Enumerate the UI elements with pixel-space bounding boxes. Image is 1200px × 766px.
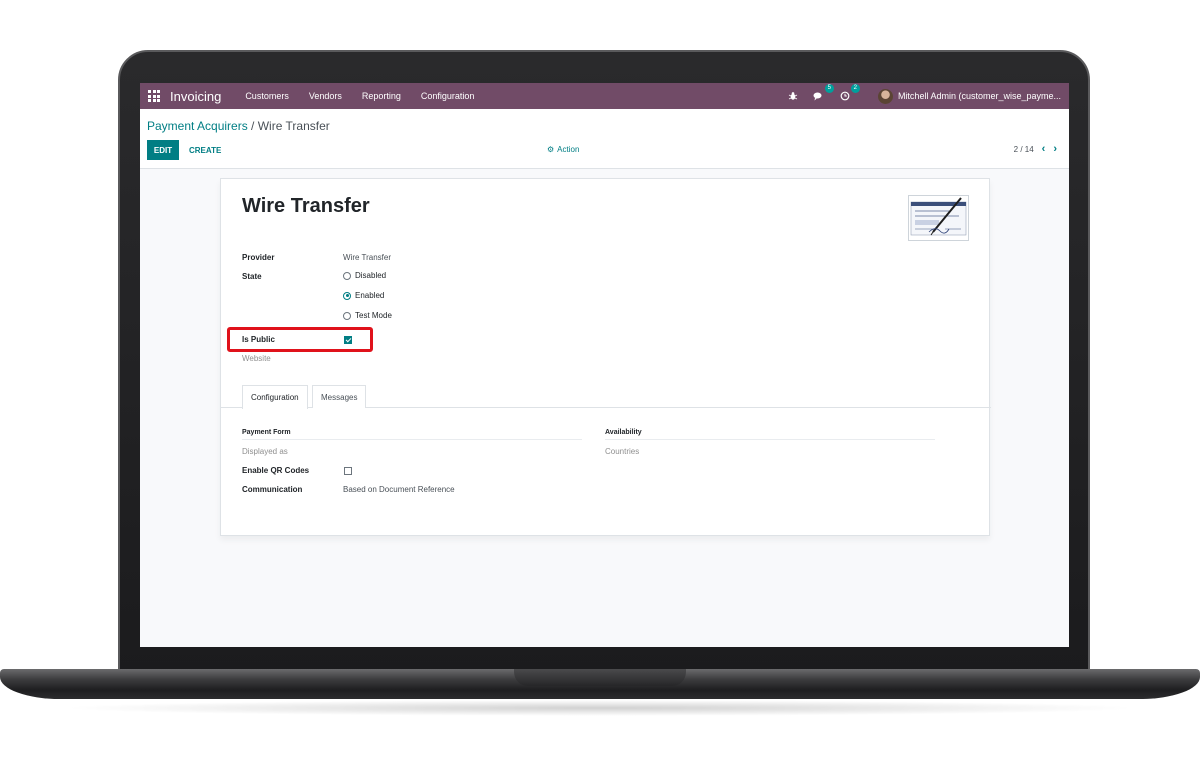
payment-form-title: Payment Form (242, 429, 291, 436)
countries-label: Countries (605, 447, 640, 456)
breadcrumb-separator: / (247, 119, 258, 133)
systray: 5 2 Mitchell Admin (customer_wise_payme.… (786, 84, 1069, 104)
menu-customers[interactable]: Customers (245, 91, 289, 101)
wire-transfer-image[interactable] (908, 195, 969, 241)
chevron-left-icon[interactable]: ‹ (1042, 144, 1046, 155)
breadcrumb-current: Wire Transfer (257, 119, 330, 133)
displayed-as-label: Displayed as (242, 447, 288, 456)
pager-value[interactable]: 2 / 14 (1014, 145, 1034, 154)
payment-form-divider (242, 439, 582, 440)
provider-value: Wire Transfer (343, 253, 392, 262)
debug-bug-icon[interactable] (786, 89, 800, 103)
state-option-test-mode[interactable]: Test Mode (343, 311, 392, 320)
messages-badge: 5 (824, 84, 834, 93)
tab-configuration[interactable]: Configuration (242, 385, 308, 409)
radio-disabled-label: Disabled (355, 271, 387, 280)
form-sheet: Wire Transfer Provider Wire Transfer Sta… (220, 178, 991, 536)
availability-title: Availability (605, 429, 642, 436)
create-button[interactable]: CREATE (187, 140, 224, 160)
avatar (877, 88, 893, 104)
menu-vendors[interactable]: Vendors (309, 91, 342, 101)
state-label: State (242, 272, 262, 281)
action-label: Action (557, 145, 580, 154)
communication-value[interactable]: Based on Document Reference (343, 485, 455, 494)
enable-qr-label: Enable QR Codes (242, 466, 310, 475)
website-label: Website (242, 354, 271, 363)
pager: 2 / 14 ‹ › (1014, 144, 1057, 155)
radio-enabled-label: Enabled (355, 291, 385, 300)
edit-button[interactable]: EDIT (147, 140, 179, 160)
availability-divider (605, 439, 935, 440)
screen: Invoicing Customers Vendors Reporting Co… (140, 83, 1069, 647)
user-menu[interactable]: Mitchell Admin (customer_wise_payme... (877, 88, 1061, 104)
is-public-checkbox[interactable] (344, 336, 352, 344)
user-name: Mitchell Admin (customer_wise_payme... (897, 91, 1061, 101)
activities-clock-icon[interactable]: 2 (838, 84, 860, 103)
gear-icon: ⚙ (547, 145, 555, 154)
laptop-shadow (60, 700, 1140, 716)
tab-messages[interactable]: Messages (312, 385, 367, 408)
top-navbar: Invoicing Customers Vendors Reporting Co… (140, 83, 1069, 109)
menu-configuration[interactable]: Configuration (421, 91, 475, 101)
action-menu[interactable]: ⚙ Action (547, 145, 579, 154)
enable-qr-checkbox[interactable] (344, 467, 352, 475)
breadcrumb-parent[interactable]: Payment Acquirers (147, 119, 248, 133)
activities-badge: 2 (850, 84, 860, 93)
radio-enabled[interactable] (343, 291, 351, 300)
state-option-enabled[interactable]: Enabled (343, 291, 384, 300)
radio-test-mode-label: Test Mode (355, 311, 392, 320)
radio-test-mode[interactable] (343, 311, 351, 320)
communication-label: Communication (242, 485, 303, 494)
is-public-label: Is Public (242, 335, 275, 344)
app-name[interactable]: Invoicing (170, 89, 221, 104)
state-option-disabled[interactable]: Disabled (343, 271, 386, 280)
provider-label: Provider (242, 253, 275, 262)
radio-disabled[interactable] (343, 271, 351, 280)
menu-reporting[interactable]: Reporting (362, 91, 401, 101)
laptop-notch (514, 669, 686, 686)
control-panel: Payment Acquirers / Wire Transfer EDIT C… (140, 109, 1069, 169)
apps-menu-icon[interactable] (148, 90, 160, 102)
notebook-tabs: Configuration Messages (221, 385, 991, 409)
record-title: Wire Transfer (242, 195, 370, 217)
messages-icon[interactable]: 5 (812, 84, 834, 103)
chevron-right-icon[interactable]: › (1053, 144, 1057, 155)
breadcrumb: Payment Acquirers / Wire Transfer (147, 119, 330, 133)
